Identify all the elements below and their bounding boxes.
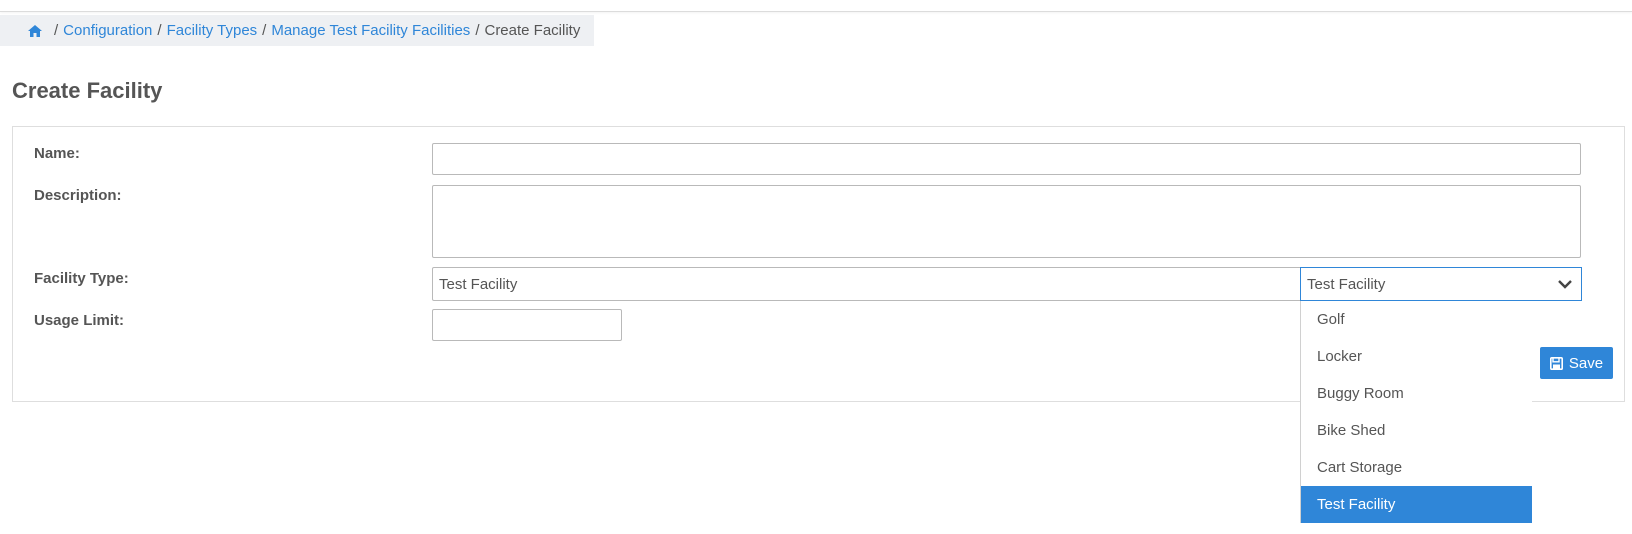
home-icon[interactable]: [27, 24, 43, 38]
description-textarea[interactable]: [432, 185, 1581, 258]
breadcrumb-current: Create Facility: [484, 22, 581, 39]
dropdown-option-cart-storage[interactable]: Cart Storage: [1301, 449, 1532, 486]
breadcrumb-separator: /: [475, 22, 480, 39]
page-title: Create Facility: [12, 78, 163, 103]
breadcrumb: / Configuration / Facility Types / Manag…: [0, 15, 594, 46]
save-button-label: Save: [1568, 354, 1604, 372]
chevron-down-icon[interactable]: [1557, 277, 1573, 291]
breadcrumb-link-facility-types[interactable]: Facility Types: [167, 22, 258, 39]
breadcrumb-link-configuration[interactable]: Configuration: [63, 22, 152, 39]
usage-limit-label: Usage Limit:: [34, 312, 125, 329]
dropdown-option-locker[interactable]: Locker: [1301, 338, 1532, 375]
facility-type-combobox-value: Test Facility: [1307, 276, 1386, 293]
dropdown-option-test-facility[interactable]: Test Facility: [1301, 486, 1532, 523]
description-label: Description:: [34, 187, 122, 204]
name-input[interactable]: [432, 143, 1581, 175]
breadcrumb-separator: /: [262, 22, 267, 39]
breadcrumb-separator: /: [54, 22, 59, 39]
facility-type-dropdown: Golf Locker Buggy Room Bike Shed Cart St…: [1300, 301, 1532, 523]
top-bar: [0, 0, 1632, 12]
dropdown-option-buggy-room[interactable]: Buggy Room: [1301, 375, 1532, 412]
name-label: Name:: [34, 145, 80, 162]
facility-type-select-value: Test Facility: [439, 276, 518, 293]
breadcrumb-link-manage-facilities[interactable]: Manage Test Facility Facilities: [271, 22, 470, 39]
facility-type-combobox[interactable]: Test Facility: [1300, 267, 1582, 301]
facility-type-label: Facility Type:: [34, 270, 129, 287]
floppy-disk-icon: [1549, 356, 1563, 370]
usage-limit-input[interactable]: [432, 309, 622, 341]
breadcrumb-separator: /: [157, 22, 162, 39]
save-button[interactable]: Save: [1540, 347, 1613, 379]
dropdown-option-bike-shed[interactable]: Bike Shed: [1301, 412, 1532, 449]
dropdown-option-golf[interactable]: Golf: [1301, 301, 1532, 338]
